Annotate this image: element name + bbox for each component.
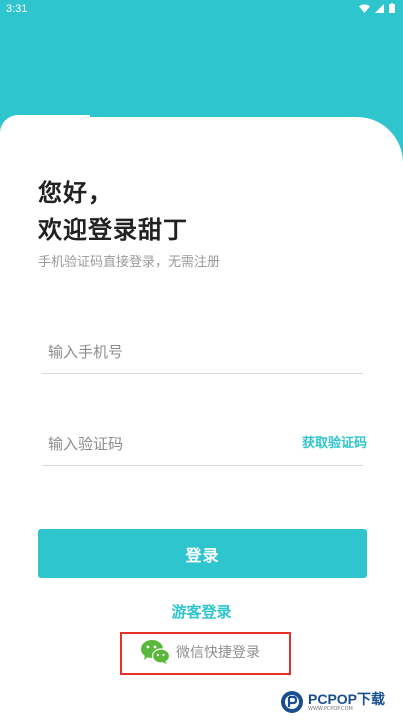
watermark: PCPOP下载 WWW.PCPOP.COM [280, 683, 403, 720]
status-icons [359, 3, 395, 13]
greeting-title-line1: 您好， [38, 179, 113, 207]
signal-icon [375, 3, 384, 13]
greeting-title-line2: 欢迎登录甜丁 [38, 216, 188, 244]
battery-icon [389, 3, 395, 13]
pcpop-logo-icon [281, 690, 303, 713]
phone-input[interactable] [48, 340, 278, 364]
get-code-button[interactable]: 获取验证码 [302, 432, 367, 451]
watermark-url: WWW.PCPOP.COM [308, 705, 353, 712]
phone-field [42, 328, 363, 374]
status-bar: 3:31 [0, 0, 403, 18]
login-button[interactable]: 登录 [38, 529, 367, 578]
wechat-login-button[interactable]: 微信快捷登录 [140, 637, 260, 667]
watermark-brand: PCPOP下载 [308, 690, 386, 707]
wechat-login-label: 微信快捷登录 [176, 645, 260, 661]
login-subtitle: 手机验证码直接登录，无需注册 [38, 255, 221, 270]
verification-code-input[interactable] [48, 432, 278, 456]
guest-login-link[interactable]: 游客登录 [0, 601, 403, 622]
wechat-icon [141, 640, 170, 664]
watermark-text: PCPOP下载 WWW.PCPOP.COM [308, 692, 385, 712]
wifi-icon [359, 3, 370, 13]
status-time: 3:31 [6, 3, 28, 15]
